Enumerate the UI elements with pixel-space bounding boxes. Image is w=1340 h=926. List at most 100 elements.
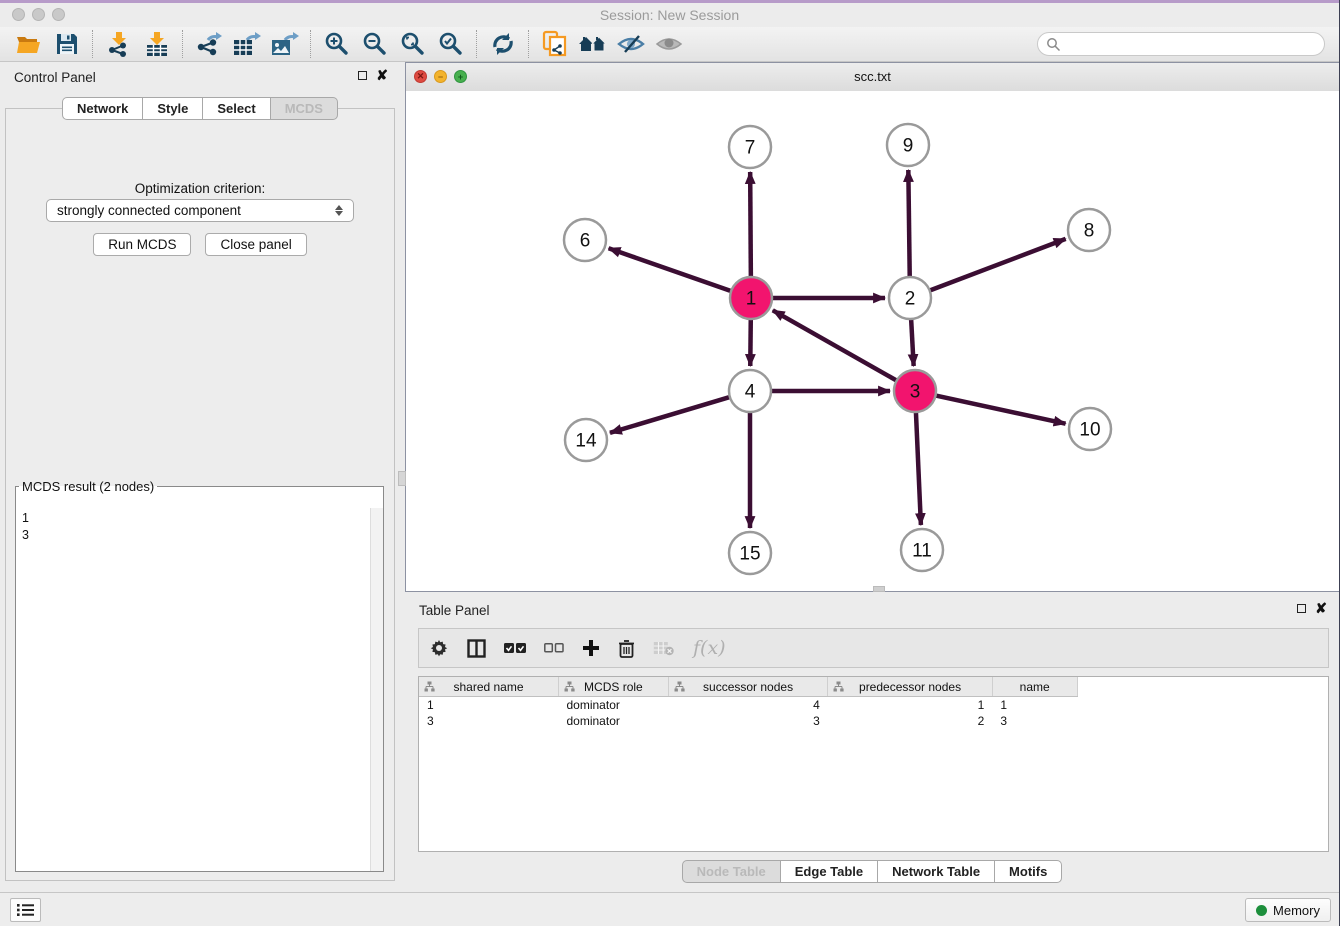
- reset-home-icon[interactable]: [574, 29, 612, 59]
- tab-network[interactable]: Network: [62, 97, 143, 120]
- tab-style[interactable]: Style: [143, 97, 203, 120]
- task-history-button[interactable]: [10, 898, 41, 922]
- search-icon: [1046, 37, 1061, 52]
- table-panel-header: Table Panel ✘: [405, 595, 1339, 625]
- network-canvas[interactable]: 7968124314101511: [406, 91, 1339, 591]
- graph-edge-1-6[interactable]: [609, 248, 733, 291]
- network-view-window: ✕ − + scc.txt 7968124314101511: [405, 62, 1340, 592]
- graph-edge-2-3[interactable]: [911, 317, 914, 366]
- col-successor-nodes[interactable]: successor nodes: [668, 677, 828, 697]
- column-type-icon: [833, 681, 844, 692]
- toolbar-separator: [182, 30, 184, 58]
- optimization-criterion-label: Optimization criterion:: [6, 181, 394, 196]
- node-table[interactable]: shared name MCDS role successor nodes: [418, 676, 1329, 852]
- float-panel-icon[interactable]: [358, 71, 367, 80]
- panel-splitter-grip[interactable]: [398, 471, 406, 486]
- search-input[interactable]: [1061, 36, 1316, 53]
- graph-edge-2-8[interactable]: [928, 239, 1066, 291]
- column-type-icon: [564, 681, 575, 692]
- graph-node-label-1: 1: [746, 289, 757, 310]
- hide-panels-eye-icon[interactable]: [612, 29, 650, 59]
- graph-node-label-15: 15: [739, 544, 760, 565]
- deselect-all-columns-icon[interactable]: [544, 634, 564, 662]
- column-type-icon: [674, 681, 685, 692]
- zoom-in-icon[interactable]: [318, 29, 356, 59]
- mcds-result-box: MCDS result (2 nodes) 1 3: [15, 479, 384, 872]
- table-panel: Table Panel ✘: [405, 595, 1340, 893]
- graph-edge-4-14[interactable]: [610, 396, 732, 432]
- result-scrollbar[interactable]: [370, 508, 383, 871]
- tab-motifs[interactable]: Motifs: [995, 860, 1062, 883]
- graph-node-label-7: 7: [745, 138, 756, 159]
- tab-edge-table[interactable]: Edge Table: [781, 860, 878, 883]
- graph-node-label-14: 14: [575, 431, 597, 452]
- mcds-result-item: 3: [22, 527, 364, 544]
- run-mcds-button[interactable]: Run MCDS: [93, 233, 191, 256]
- graph-node-label-3: 3: [910, 382, 921, 403]
- graph-edge-3-1[interactable]: [773, 310, 899, 381]
- criterion-select[interactable]: strongly connected component: [46, 199, 354, 222]
- network-title: scc.txt: [406, 69, 1339, 84]
- col-mcds-role[interactable]: MCDS role: [559, 677, 669, 697]
- open-file-icon[interactable]: [10, 29, 48, 59]
- zoom-out-icon[interactable]: [356, 29, 394, 59]
- export-image-icon[interactable]: [266, 29, 304, 59]
- col-predecessor-nodes[interactable]: predecessor nodes: [828, 677, 993, 697]
- col-name[interactable]: name: [992, 677, 1077, 697]
- mcds-result-item: 1: [22, 510, 364, 527]
- graph-edge-3-10[interactable]: [934, 395, 1066, 424]
- delete-columns-icon[interactable]: [618, 634, 635, 662]
- control-panel-tabs: Network Style Select MCDS: [0, 97, 400, 120]
- graph-edge-1-7[interactable]: [750, 172, 751, 279]
- apply-layout-icon[interactable]: [484, 29, 522, 59]
- close-panel-icon[interactable]: ✘: [376, 69, 388, 81]
- mcds-result-list[interactable]: 1 3: [16, 508, 370, 871]
- tab-select[interactable]: Select: [203, 97, 270, 120]
- import-table-icon[interactable]: [138, 29, 176, 59]
- network-graph[interactable]: 7968124314101511: [406, 91, 1339, 591]
- export-network-icon[interactable]: [190, 29, 228, 59]
- control-panel-header: Control Panel ✘: [0, 62, 400, 92]
- toolbar-separator: [528, 30, 530, 58]
- graph-node-label-6: 6: [580, 231, 591, 252]
- float-table-panel-icon[interactable]: [1297, 604, 1306, 613]
- graph-node-label-8: 8: [1084, 221, 1095, 242]
- tab-mcds[interactable]: MCDS: [271, 97, 338, 120]
- tab-network-table[interactable]: Network Table: [878, 860, 995, 883]
- app-title: Session: New Session: [0, 7, 1339, 23]
- graph-edge-1-4[interactable]: [750, 317, 751, 366]
- memory-label: Memory: [1273, 903, 1320, 918]
- open-ndex-icon[interactable]: [536, 29, 574, 59]
- table-toolbar: f(x): [418, 628, 1329, 668]
- show-columns-icon[interactable]: [467, 634, 486, 662]
- show-panels-eye-icon[interactable]: [650, 29, 688, 59]
- add-column-icon[interactable]: [582, 634, 600, 662]
- toolbar-separator: [310, 30, 312, 58]
- mcds-result-title: MCDS result (2 nodes): [19, 479, 157, 494]
- graph-node-label-9: 9: [903, 136, 914, 157]
- export-table-icon[interactable]: [228, 29, 266, 59]
- close-panel-button[interactable]: Close panel: [205, 233, 306, 256]
- select-all-columns-icon[interactable]: [504, 634, 526, 662]
- table-settings-icon[interactable]: [429, 634, 449, 662]
- graph-edge-3-11[interactable]: [916, 410, 921, 525]
- table-row[interactable]: 1 dominator 4 1 1: [419, 697, 1328, 714]
- zoom-fit-icon[interactable]: [394, 29, 432, 59]
- graph-edge-2-9[interactable]: [908, 170, 909, 279]
- table-panel-title: Table Panel: [419, 603, 490, 618]
- tab-node-table[interactable]: Node Table: [682, 860, 781, 883]
- memory-button[interactable]: Memory: [1245, 898, 1331, 922]
- save-session-icon[interactable]: [48, 29, 86, 59]
- col-shared-name[interactable]: shared name: [419, 677, 559, 697]
- graph-node-label-4: 4: [745, 382, 756, 403]
- close-table-panel-icon[interactable]: ✘: [1315, 602, 1327, 614]
- status-bar: Memory: [0, 892, 1339, 926]
- network-resize-grip[interactable]: [873, 586, 885, 592]
- network-titlebar[interactable]: ✕ − + scc.txt: [406, 63, 1339, 92]
- table-header-row: shared name MCDS role successor nodes: [419, 677, 1328, 697]
- search-box: [1037, 32, 1325, 56]
- import-network-icon[interactable]: [100, 29, 138, 59]
- table-row[interactable]: 3 dominator 3 2 3: [419, 713, 1328, 729]
- zoom-selected-icon[interactable]: [432, 29, 470, 59]
- control-panel: Control Panel ✘ Network Style Select MCD…: [0, 62, 400, 893]
